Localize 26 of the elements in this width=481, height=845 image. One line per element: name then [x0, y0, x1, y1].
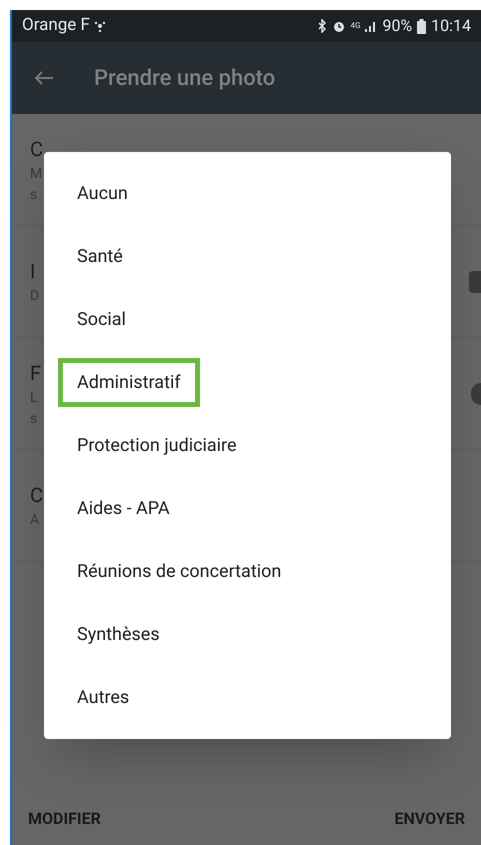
- battery-percent: 90%: [382, 15, 412, 37]
- setting-title: C: [30, 136, 44, 162]
- clock: 10:14: [431, 15, 471, 37]
- option-item[interactable]: Synthèses: [58, 610, 179, 659]
- option-item[interactable]: Aides - APA: [58, 484, 189, 533]
- option-item[interactable]: Administratif: [58, 358, 200, 407]
- option-item[interactable]: Santé: [58, 232, 142, 281]
- sync-icon: [94, 20, 106, 32]
- setting-title: F: [30, 360, 42, 386]
- option-item[interactable]: Autres: [58, 673, 148, 722]
- radio-edge[interactable]: [471, 382, 481, 404]
- option-item[interactable]: Social: [58, 295, 145, 344]
- setting-title: I: [30, 258, 36, 285]
- battery-icon: [417, 18, 426, 34]
- alarm-icon: [332, 19, 346, 33]
- setting-title: C: [30, 482, 44, 509]
- switch-track[interactable]: [469, 270, 481, 292]
- back-arrow-icon[interactable]: [34, 70, 54, 86]
- signal-icon: [365, 20, 378, 32]
- bluetooth-icon: [316, 19, 326, 33]
- option-item[interactable]: Aucun: [58, 169, 147, 218]
- option-item[interactable]: Réunions de concertation: [58, 547, 300, 596]
- option-item[interactable]: Protection judiciaire: [58, 421, 256, 470]
- network-label: 4G: [350, 22, 360, 30]
- app-bar-title: Prendre une photo: [94, 64, 276, 92]
- carrier-label: Orange F: [22, 14, 90, 38]
